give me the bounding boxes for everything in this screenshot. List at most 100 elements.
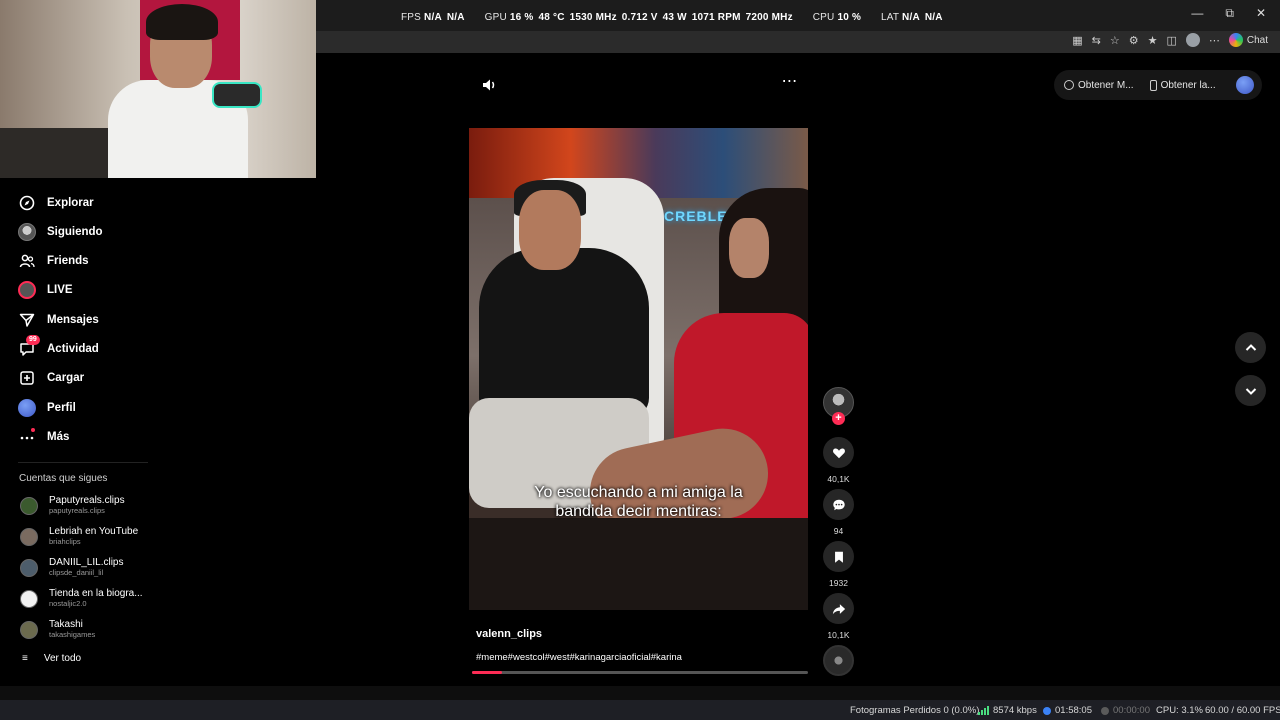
avatar xyxy=(20,621,38,639)
sidebar-item-live[interactable]: LIVE xyxy=(18,279,73,301)
user-avatar[interactable] xyxy=(1235,76,1254,94)
avatar xyxy=(20,559,38,577)
osd-lat-value-2: N/A xyxy=(924,12,943,23)
sidebar-item-label: Siguiendo xyxy=(47,226,103,238)
music-disc-icon[interactable] xyxy=(823,645,854,676)
video-player[interactable]: CREBLESSD xyxy=(469,128,808,610)
account-name: Tienda en la biogra... xyxy=(49,588,143,599)
heart-icon xyxy=(832,447,845,458)
close-icon[interactable]: ✕ xyxy=(1256,6,1266,21)
get-app-button[interactable]: Obtener M... xyxy=(1064,80,1134,91)
osd-gpu-mem: 7200 MHz xyxy=(745,12,793,23)
upload-icon xyxy=(18,369,36,387)
microphone-icon xyxy=(212,82,262,108)
get-mobile-app-button[interactable]: Obtener la... xyxy=(1149,79,1216,91)
minimize-icon[interactable]: — xyxy=(1191,6,1203,21)
video-author[interactable]: valenn_clips xyxy=(476,628,542,640)
obs-status-bar: Fotogramas Perdidos 0 (0.0%) 8574 kbps 0… xyxy=(0,700,1280,720)
avatar xyxy=(20,590,38,608)
see-all-button[interactable]: ≡ Ver todo xyxy=(22,653,81,664)
osd-gpu-load: 16 % xyxy=(509,12,534,23)
extensions-icon[interactable]: ⚙ xyxy=(1129,34,1139,47)
account-name: Paputyreals.clips xyxy=(49,495,125,506)
save-button[interactable] xyxy=(823,541,854,572)
pill-label: Obtener la... xyxy=(1160,79,1216,91)
sidebar-item-actividad[interactable]: 99 Actividad xyxy=(18,335,99,360)
sidebar-item-siguiendo[interactable]: Siguiendo xyxy=(18,221,103,243)
profile-avatar xyxy=(18,399,36,417)
friends-icon xyxy=(18,252,36,270)
sidebar-item-label: Actividad xyxy=(47,343,99,355)
account-handle: nostaljic2.0 xyxy=(49,599,87,608)
followed-account[interactable]: Takashi takashigames xyxy=(20,619,95,641)
sidebar-item-perfil[interactable]: Perfil xyxy=(18,397,76,419)
followed-account[interactable]: Lebriah en YouTube briahclips xyxy=(20,526,138,548)
account-name: Lebriah en YouTube xyxy=(49,526,139,537)
comment-count: 94 xyxy=(833,526,844,536)
see-all-label: Ver todo xyxy=(43,653,82,664)
save-count: 1932 xyxy=(829,578,848,588)
like-button[interactable] xyxy=(823,437,854,468)
collections-icon[interactable]: ◫ xyxy=(1166,34,1176,47)
chevron-down-icon xyxy=(1245,387,1256,395)
copilot-icon xyxy=(1228,33,1243,47)
video-hashtags[interactable]: #meme#westcol#west#karinagarciaoficial#k… xyxy=(476,652,682,663)
comment-button[interactable] xyxy=(823,489,854,520)
cpu-usage: CPU: 3.1% xyxy=(1156,705,1203,716)
window-controls: — ⧉ ✕ xyxy=(1191,6,1266,21)
sidebar-item-label: Explorar xyxy=(47,197,94,209)
follow-plus-icon[interactable]: + xyxy=(832,412,845,425)
favorites-icon[interactable]: ★ xyxy=(1148,34,1158,47)
copilot-chat-button[interactable]: Chat xyxy=(1228,33,1268,47)
stream-time: 01:58:05 xyxy=(1043,705,1092,716)
record-icon xyxy=(1101,706,1109,715)
caption-line: Yo escuchando a mi amiga la xyxy=(534,484,743,501)
account-handle: paputyreals.clips xyxy=(49,506,105,515)
sidebar-item-mas[interactable]: Más xyxy=(18,426,69,448)
volume-button[interactable] xyxy=(480,76,498,94)
sidebar-item-label: LIVE xyxy=(47,284,73,296)
osd-gpu-power: 43 W xyxy=(662,12,687,23)
bitrate-value: 8574 kbps xyxy=(993,705,1037,716)
pill-label: Obtener M... xyxy=(1078,79,1134,91)
sidebar-divider xyxy=(18,462,148,463)
previous-video-button[interactable] xyxy=(1235,332,1266,363)
favorite-star-icon[interactable]: ☆ xyxy=(1110,34,1120,47)
video-progress-bar[interactable] xyxy=(472,671,808,674)
bitrate-indicator: 8574 kbps xyxy=(978,705,1037,716)
sidebar-item-label: Más xyxy=(47,431,70,443)
osd-lat-label: LAT xyxy=(881,12,900,23)
restore-icon[interactable]: ⧉ xyxy=(1225,6,1234,21)
avatar xyxy=(20,528,38,546)
stream-time-value: 01:58:05 xyxy=(1055,705,1092,716)
sidebar-item-label: Cargar xyxy=(47,372,85,384)
translate-icon[interactable]: ⇆ xyxy=(1092,34,1101,47)
sidebar-item-explorar[interactable]: Explorar xyxy=(18,192,94,214)
more-options-button[interactable]: ⋯ xyxy=(780,74,800,94)
record-time-value: 00:00:00 xyxy=(1113,705,1150,716)
browser-profile-avatar[interactable] xyxy=(1185,33,1200,47)
apps-icon[interactable]: ▦ xyxy=(1072,34,1082,47)
comment-icon xyxy=(832,499,845,510)
osd-fps-label: FPS xyxy=(401,12,422,23)
performance-overlay: FPS N/A N/A GPU 16 % 48 °C 1530 MHz 0.71… xyxy=(401,12,945,23)
sidebar-item-mensajes[interactable]: Mensajes xyxy=(18,309,99,331)
volume-icon xyxy=(483,79,495,91)
sidebar-item-cargar[interactable]: Cargar xyxy=(18,367,84,389)
activity-icon: 99 xyxy=(18,335,40,358)
browser-menu-icon[interactable]: ⋯ xyxy=(1209,34,1220,47)
osd-fps-value-2: N/A xyxy=(446,12,465,23)
video-caption: Yo escuchando a mi amiga la bandida deci… xyxy=(469,483,808,521)
chat-label: Chat xyxy=(1246,34,1268,46)
followed-account[interactable]: Tienda en la biogra... nostaljic2.0 xyxy=(20,588,143,610)
osd-gpu-volt: 0.712 V xyxy=(621,12,658,23)
next-video-button[interactable] xyxy=(1235,375,1266,406)
osd-gpu-clock: 1530 MHz xyxy=(569,12,617,23)
share-button[interactable] xyxy=(823,593,854,624)
record-time: 00:00:00 xyxy=(1101,705,1150,716)
followed-account[interactable]: Paputyreals.clips paputyreals.clips xyxy=(20,495,125,517)
followed-account[interactable]: DANIIL_LIL.clips clipsde_daniil_lil xyxy=(20,557,123,579)
sidebar-item-label: Mensajes xyxy=(47,314,99,326)
sidebar-item-friends[interactable]: Friends xyxy=(18,250,89,272)
list-icon: ≡ xyxy=(22,653,28,664)
